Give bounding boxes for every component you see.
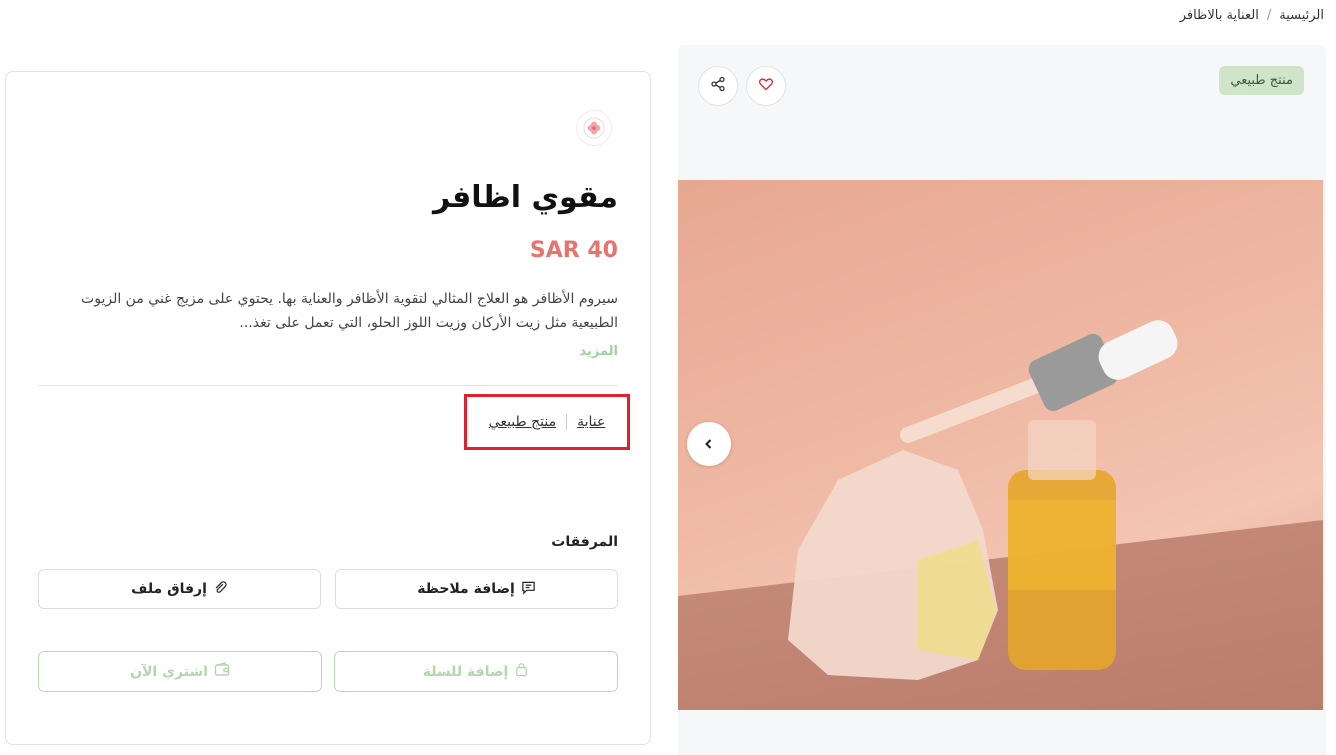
wallet-icon	[214, 662, 230, 681]
brand-logo	[576, 110, 612, 146]
paperclip-icon	[213, 580, 228, 599]
add-to-cart-button[interactable]: إضافة للسلة	[334, 651, 618, 692]
natural-product-badge: منتج طبيعي	[1219, 66, 1304, 95]
add-note-button[interactable]: إضافة ملاحظة	[335, 569, 618, 609]
add-note-label: إضافة ملاحظة	[417, 581, 515, 597]
previous-image-button[interactable]	[687, 422, 731, 466]
share-icon	[710, 76, 726, 96]
product-image	[678, 180, 1323, 710]
chevron-left-icon	[703, 435, 715, 454]
attach-file-button[interactable]: إرفاق ملف	[38, 569, 321, 609]
serum-bottle-illustration	[788, 320, 1178, 680]
flower-logo-icon	[583, 117, 605, 139]
product-details-card: مقوي اظافر SAR 40 سيروم الأظافر هو العلا…	[5, 71, 651, 745]
heart-icon	[758, 76, 774, 96]
tag-natural-product[interactable]: منتج طبيعي	[489, 414, 556, 430]
divider	[38, 385, 618, 386]
breadcrumb: الرئيسية / العناية بالاظافر	[1180, 8, 1324, 23]
breadcrumb-home[interactable]: الرئيسية	[1279, 8, 1324, 23]
favorite-button[interactable]	[746, 66, 786, 106]
buy-now-button[interactable]: اشتري الآن	[38, 651, 322, 692]
note-icon	[521, 580, 536, 599]
attach-file-label: إرفاق ملف	[131, 581, 207, 597]
product-description: سيروم الأظافر هو العلاج المثالي لتقوية ا…	[81, 291, 618, 331]
read-more-link[interactable]: المزيد	[579, 344, 618, 359]
tag-care[interactable]: عناية	[577, 414, 605, 430]
attachments-title: المرفقات	[551, 534, 618, 550]
product-title: مقوي اظافر	[432, 180, 618, 215]
add-to-cart-label: إضافة للسلة	[422, 663, 509, 680]
buy-now-label: اشتري الآن	[130, 663, 208, 680]
breadcrumb-current[interactable]: العناية بالاظافر	[1180, 8, 1259, 23]
breadcrumb-separator: /	[1266, 8, 1272, 23]
bag-icon	[514, 662, 529, 681]
product-gallery: منتج طبيعي	[678, 45, 1326, 755]
product-price: SAR 40	[529, 238, 618, 263]
share-button[interactable]	[698, 66, 738, 106]
product-tags: عناية منتج طبيعي	[464, 394, 630, 450]
tag-separator	[566, 414, 568, 430]
